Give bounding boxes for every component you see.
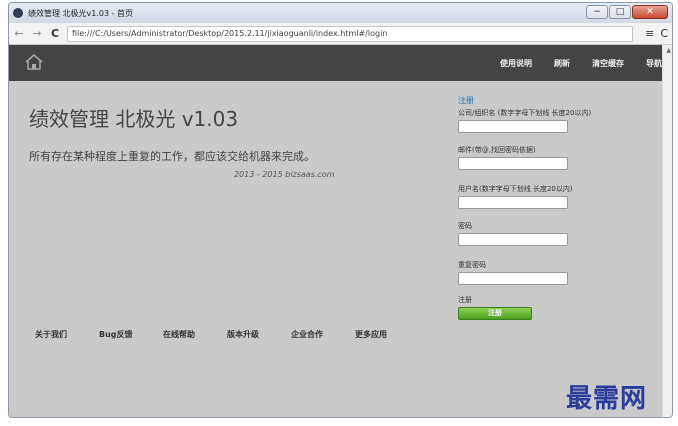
page-content: 使用说明 刷新 清空缓存 导航 绩效管理 北极光 v1.03 所有存在某种程度上…: [9, 45, 672, 417]
username-label: 用户名(数字字母下划线 长度20以内): [458, 185, 573, 193]
page-subtitle: 所有存在某种程度上重复的工作，都应该交给机器来完成。: [29, 150, 315, 163]
register-button[interactable]: 注册: [458, 307, 532, 320]
footer-link-partnership[interactable]: 企业合作: [291, 329, 355, 340]
email-label: 邮件(带@,找回密码依据): [458, 146, 536, 154]
browser-toolbar: ← → C file:///C:/Users/Administrator/Des…: [9, 23, 672, 45]
company-label: 公司/组织名 (数字字母下划线 长度20以内): [458, 109, 592, 117]
window-title: 绩效管理 北极光v1.03 - 首页: [28, 8, 134, 18]
title-bar: 绩效管理 北极光v1.03 - 首页 − □ ✕: [9, 3, 672, 23]
home-icon[interactable]: [25, 54, 43, 70]
hamburger-menu-icon[interactable]: ≡: [645, 27, 654, 40]
forward-arrow-icon[interactable]: →: [31, 27, 43, 40]
vertical-scrollbar[interactable]: ▲: [662, 45, 672, 417]
register-link[interactable]: 注册: [458, 95, 658, 106]
submit-caption: 注册: [458, 296, 472, 304]
nav-link-refresh[interactable]: 刷新: [554, 58, 570, 69]
maximize-button[interactable]: □: [609, 5, 631, 19]
footer-link-bug-report[interactable]: Bug反馈: [99, 329, 163, 340]
close-button[interactable]: ✕: [632, 5, 668, 19]
nav-links: 使用说明 刷新 清空缓存 导航: [500, 45, 662, 81]
page-title: 绩效管理 北极光 v1.03: [29, 107, 239, 131]
nav-link-clear-cache[interactable]: 清空缓存: [592, 58, 624, 69]
nav-link-navigation[interactable]: 导航: [646, 58, 662, 69]
footer-link-more-apps[interactable]: 更多应用: [355, 329, 419, 340]
email-field[interactable]: [458, 157, 568, 170]
nav-link-usage[interactable]: 使用说明: [500, 58, 532, 69]
minimize-button[interactable]: −: [586, 5, 608, 19]
watermark-logo: 最需网: [566, 384, 648, 414]
reload-icon[interactable]: C: [49, 27, 61, 40]
footer-link-upgrade[interactable]: 版本升级: [227, 329, 291, 340]
address-bar[interactable]: file:///C:/Users/Administrator/Desktop/2…: [67, 25, 634, 42]
confirm-password-field[interactable]: [458, 272, 568, 285]
username-field[interactable]: [458, 196, 568, 209]
register-form: 注册 公司/组织名 (数字字母下划线 长度20以内) 邮件(带@,找回密码依据)…: [458, 95, 658, 320]
password-label: 密码: [458, 222, 472, 230]
app-icon: [13, 8, 23, 18]
footer-link-help[interactable]: 在线帮助: [163, 329, 227, 340]
confirm-password-label: 重复密码: [458, 261, 486, 269]
scroll-up-icon[interactable]: ▲: [666, 47, 671, 54]
site-navbar: 使用说明 刷新 清空缓存 导航: [9, 45, 672, 81]
footer-links: 关于我们 Bug反馈 在线帮助 版本升级 企业合作 更多应用: [35, 329, 419, 340]
copyright-text: 2013 - 2015 bizsaas.com: [234, 170, 335, 179]
back-arrow-icon[interactable]: ←: [13, 27, 25, 40]
password-field[interactable]: [458, 233, 568, 246]
url-text: file:///C:/Users/Administrator/Desktop/2…: [72, 29, 388, 38]
refresh-icon[interactable]: C: [660, 27, 668, 40]
browser-window: 绩效管理 北极光v1.03 - 首页 − □ ✕ ← → C file:///C…: [8, 2, 673, 418]
window-controls: − □ ✕: [586, 5, 668, 19]
company-field[interactable]: [458, 120, 568, 133]
footer-link-about[interactable]: 关于我们: [35, 329, 99, 340]
